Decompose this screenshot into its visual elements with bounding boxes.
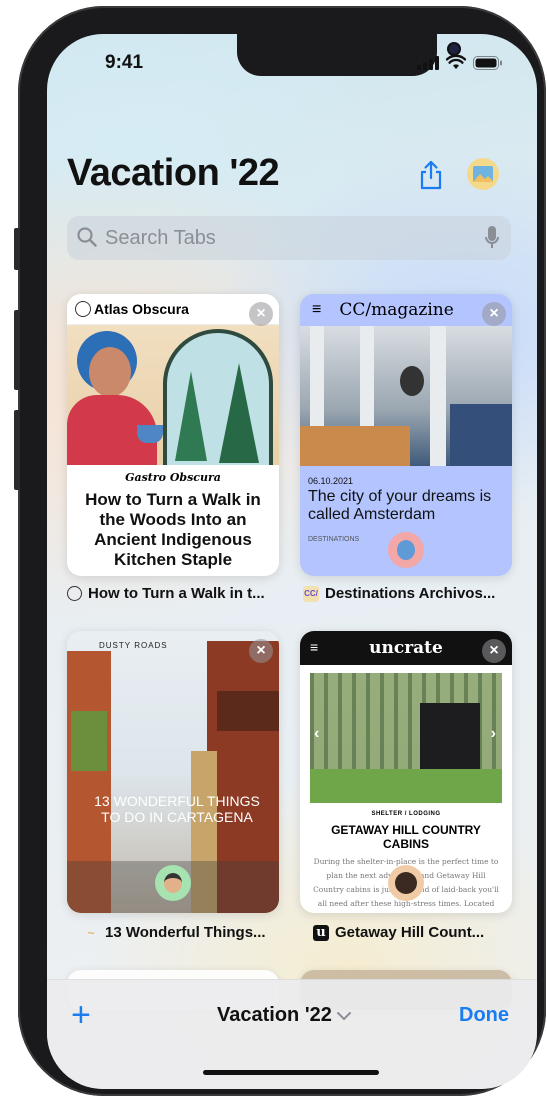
close-icon: × <box>489 642 499 659</box>
close-tab-button[interactable]: × <box>482 639 506 663</box>
article-date: 06.10.2021 <box>308 476 354 486</box>
cellular-signal-icon <box>417 56 439 70</box>
photo-icon <box>473 166 493 182</box>
close-tab-button[interactable]: × <box>249 639 273 663</box>
tab-title[interactable]: u Getaway Hill Count... <box>313 924 525 941</box>
article-headline: GETAWAY HILL COUNTRY CABINS <box>331 823 481 851</box>
article-kicker: Gastro Obscura <box>125 471 221 484</box>
shared-user-avatar <box>155 865 191 901</box>
menu-icon: ≡ <box>310 639 319 655</box>
next-arrow-icon[interactable]: › <box>491 725 496 743</box>
tab-title-text: 13 Wonderful Things... <box>105 924 266 941</box>
atlas-logo-icon <box>75 301 91 317</box>
article-illustration <box>67 325 279 465</box>
uncrate-favicon-icon: u <box>313 924 329 941</box>
site-header: ≡ CC/magazine <box>300 294 512 326</box>
site-name: DUSTY ROADS <box>99 641 168 650</box>
tab-title[interactable]: How to Turn a Walk in t... <box>67 585 279 602</box>
close-tab-button[interactable]: × <box>482 302 506 326</box>
tab-title[interactable]: CC/ Destinations Archivos... <box>303 585 515 602</box>
atlas-obscura-favicon-icon <box>67 586 82 601</box>
chevron-down-icon <box>336 1011 351 1020</box>
tab-card[interactable]: DUSTY ROADS 13 WONDERFUL THINGS TO DO IN… <box>67 631 279 913</box>
share-icon[interactable] <box>417 160 445 190</box>
screen: 9:41 Vacation '22 Search Tabs Atlas Obsc… <box>47 34 537 1089</box>
site-name: Atlas Obscura <box>94 301 189 317</box>
battery-icon <box>473 56 502 70</box>
tab-card[interactable]: ≡ uncrate ‹ › SHELTER / LODGING GETAWAY … <box>300 631 512 913</box>
notch <box>237 34 459 76</box>
cc-magazine-favicon-icon: CC/ <box>303 585 319 602</box>
microphone-icon[interactable] <box>485 226 499 250</box>
mute-switch <box>14 228 20 270</box>
site-name: CC/magazine <box>339 300 454 320</box>
status-icons <box>417 55 503 70</box>
site-header: Atlas Obscura <box>67 294 279 325</box>
bottom-toolbar: + Vacation '22 Done <box>47 979 537 1089</box>
article-photo <box>300 326 512 466</box>
memoji-icon <box>397 540 415 560</box>
search-icon <box>77 227 97 247</box>
wifi-icon <box>446 55 466 69</box>
site-name: uncrate <box>369 638 443 658</box>
previous-arrow-icon[interactable]: ‹ <box>314 725 319 743</box>
tab-group-switcher-label: Vacation '22 <box>217 1004 332 1026</box>
close-icon: × <box>256 642 266 659</box>
tab-title[interactable]: ~ 13 Wonderful Things... <box>83 924 295 941</box>
shared-user-avatar <box>388 865 424 901</box>
done-button[interactable]: Done <box>459 1004 509 1027</box>
search-input[interactable]: Search Tabs <box>105 227 216 250</box>
article-photo: ‹ › <box>310 673 502 803</box>
memoji-icon <box>164 873 182 893</box>
home-indicator[interactable] <box>203 1070 379 1075</box>
tab-card[interactable]: Atlas Obscura Gastro Obscura How to Turn… <box>67 294 279 576</box>
tab-group-avatar[interactable] <box>467 158 499 190</box>
volume-down-button <box>14 410 20 490</box>
search-bar[interactable]: Search Tabs <box>67 216 511 260</box>
camera <box>449 44 459 54</box>
new-tab-button[interactable]: + <box>71 996 91 1035</box>
article-headline: 13 WONDERFUL THINGS TO DO IN CARTAGENA <box>94 793 260 825</box>
close-icon: × <box>489 305 499 322</box>
tab-group-title: Vacation '22 <box>67 152 280 194</box>
menu-icon: ≡ <box>312 301 322 318</box>
article-text: Gastro Obscura How to Turn a Walk in the… <box>67 465 279 576</box>
volume-up-button <box>14 310 20 390</box>
status-time: 9:41 <box>105 52 144 73</box>
tab-title-text: Destinations Archivos... <box>325 585 496 602</box>
shared-user-avatar <box>388 532 424 568</box>
dusty-roads-favicon-icon: ~ <box>87 925 95 940</box>
article-headline: The city of your dreams is called Amster… <box>308 488 492 523</box>
tab-title-text: How to Turn a Walk in t... <box>88 585 265 602</box>
site-header: ≡ uncrate <box>300 631 512 665</box>
article-headline: How to Turn a Walk in the Woods Into an … <box>85 490 261 569</box>
close-icon: × <box>256 305 266 322</box>
tab-card[interactable]: ≡ CC/magazine 06.10.2021 The city of you… <box>300 294 512 576</box>
tab-title-text: Getaway Hill Count... <box>335 924 485 941</box>
article-category: SHELTER / LODGING <box>371 811 441 817</box>
close-tab-button[interactable]: × <box>249 302 273 326</box>
tab-group-switcher[interactable]: Vacation '22 <box>217 1004 352 1027</box>
memoji-icon <box>395 872 417 894</box>
